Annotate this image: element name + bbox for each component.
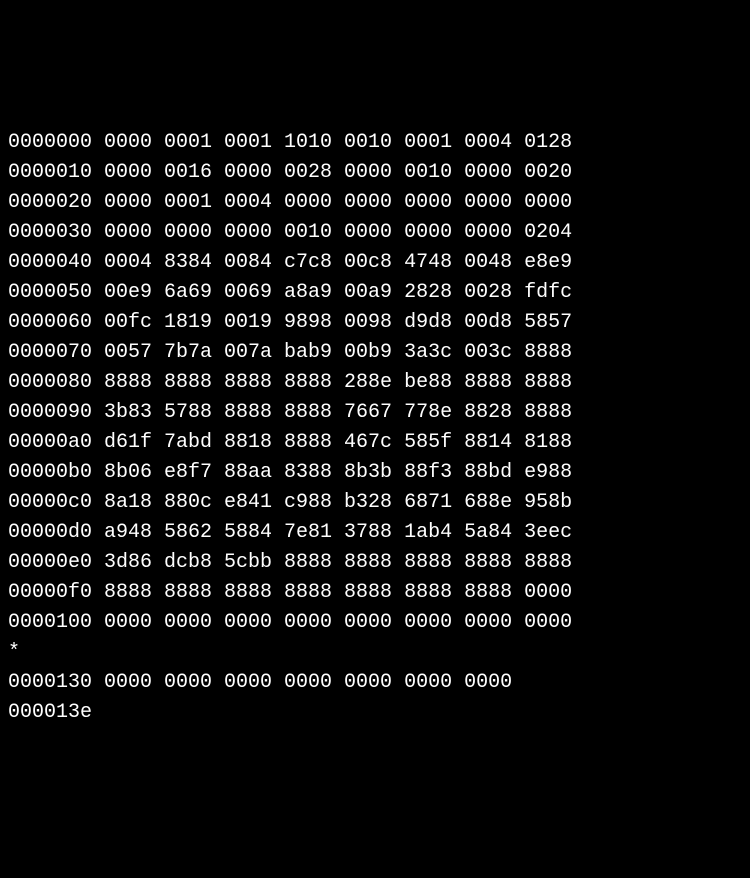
hex-line: 0000090 3b83 5788 8888 8888 7667 778e 88… [8,398,742,428]
hex-line: 0000040 0004 8384 0084 c7c8 00c8 4748 00… [8,248,742,278]
hex-line: 000013e [8,698,742,728]
hex-line: 0000100 0000 0000 0000 0000 0000 0000 00… [8,608,742,638]
hex-line: 0000070 0057 7b7a 007a bab9 00b9 3a3c 00… [8,338,742,368]
hexdump-output: 0000000 0000 0001 0001 1010 0010 0001 00… [8,128,742,728]
hex-line: 0000050 00e9 6a69 0069 a8a9 00a9 2828 00… [8,278,742,308]
hex-line: 0000030 0000 0000 0000 0010 0000 0000 00… [8,218,742,248]
hex-line: 00000c0 8a18 880c e841 c988 b328 6871 68… [8,488,742,518]
hex-line: 0000130 0000 0000 0000 0000 0000 0000 00… [8,668,742,698]
hex-line: 00000a0 d61f 7abd 8818 8888 467c 585f 88… [8,428,742,458]
hex-line: 00000e0 3d86 dcb8 5cbb 8888 8888 8888 88… [8,548,742,578]
hex-line: 00000b0 8b06 e8f7 88aa 8388 8b3b 88f3 88… [8,458,742,488]
hex-line: 0000060 00fc 1819 0019 9898 0098 d9d8 00… [8,308,742,338]
hex-line: 00000f0 8888 8888 8888 8888 8888 8888 88… [8,578,742,608]
hex-line: 0000010 0000 0016 0000 0028 0000 0010 00… [8,158,742,188]
hex-line: 0000080 8888 8888 8888 8888 288e be88 88… [8,368,742,398]
hex-line: 0000020 0000 0001 0004 0000 0000 0000 00… [8,188,742,218]
hex-line: 00000d0 a948 5862 5884 7e81 3788 1ab4 5a… [8,518,742,548]
hex-line: * [8,638,742,668]
hex-line: 0000000 0000 0001 0001 1010 0010 0001 00… [8,128,742,158]
